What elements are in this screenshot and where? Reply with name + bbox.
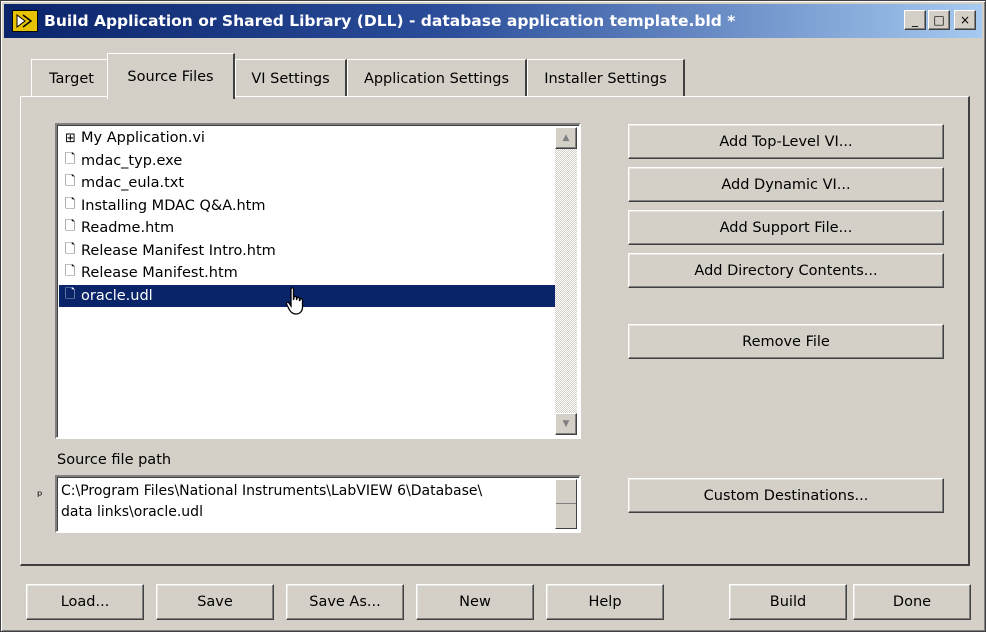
tab-vi-settings[interactable]: VI Settings	[235, 59, 347, 97]
minimize-icon: _	[912, 13, 918, 27]
remove-file-button[interactable]: Remove File	[628, 324, 944, 359]
tab-application-settings[interactable]: Application Settings	[347, 59, 527, 97]
list-scrollbar[interactable]: ▲ ▼	[555, 127, 577, 435]
maximize-button[interactable]: □	[928, 10, 950, 30]
window-controls: _ □ ×	[904, 10, 976, 30]
list-item-label: Installing MDAC Q&A.htm	[81, 197, 266, 214]
list-item[interactable]: 🗋 Release Manifest.htm	[59, 262, 557, 285]
scroll-down-button[interactable]: ▼	[555, 413, 577, 435]
button-label: Done	[892, 594, 932, 610]
button-label: Load...	[60, 594, 110, 610]
button-label: New	[459, 594, 491, 610]
list-item[interactable]: 🗋 mdac_typ.exe	[59, 150, 557, 173]
tab-label: Installer Settings	[544, 70, 667, 87]
custom-destinations-button[interactable]: Custom Destinations...	[628, 478, 944, 513]
list-item-selected[interactable]: 🗋 oracle.udl	[59, 284, 557, 307]
list-item[interactable]: 🗋 Release Manifest Intro.htm	[59, 240, 557, 263]
file-icon: 🗋	[65, 286, 76, 302]
button-label: Add Support File...	[719, 219, 853, 236]
path-scrollbar[interactable]	[555, 479, 577, 529]
add-support-file-button[interactable]: Add Support File...	[628, 210, 944, 245]
list-items: ⊞ My Application.vi 🗋 mdac_typ.exe 🗋 mda…	[59, 127, 557, 307]
list-item[interactable]: ⊞ My Application.vi	[59, 127, 557, 150]
title-bar[interactable]: Build Application or Shared Library (DLL…	[4, 4, 982, 38]
path-indicator-icon: ᵖ	[37, 489, 43, 504]
path-scroll-divider	[556, 503, 576, 504]
button-label: Custom Destinations...	[703, 487, 869, 504]
source-file-path-label: Source file path	[57, 452, 172, 468]
button-label: Build	[769, 594, 807, 610]
path-line-2: data links\oracle.udl	[61, 504, 203, 520]
help-button[interactable]: Help	[546, 584, 664, 620]
file-icon: 🗋	[65, 241, 76, 257]
list-item[interactable]: 🗋 Installing MDAC Q&A.htm	[59, 195, 557, 218]
path-line-1: C:\Program Files\National Instruments\La…	[61, 483, 483, 499]
hand-cursor-icon	[284, 287, 308, 317]
button-label: Remove File	[742, 333, 830, 350]
button-label: Save	[197, 594, 233, 610]
button-label: Add Directory Contents...	[694, 262, 878, 279]
tab-installer-settings[interactable]: Installer Settings	[527, 59, 685, 97]
file-icon: 🗋	[65, 219, 76, 235]
labview-app-icon	[12, 10, 38, 32]
list-item[interactable]: 🗋 Readme.htm	[59, 217, 557, 240]
arrow-down-icon: ▼	[562, 418, 570, 429]
save-button[interactable]: Save	[156, 584, 274, 620]
save-as-button[interactable]: Save As...	[286, 584, 404, 620]
list-item-label: Readme.htm	[81, 220, 175, 237]
source-files-list[interactable]: ⊞ My Application.vi 🗋 mdac_typ.exe 🗋 mda…	[55, 123, 581, 439]
arrow-up-icon: ▲	[562, 132, 570, 143]
list-item-label: My Application.vi	[81, 130, 205, 147]
plus-box-icon[interactable]: ⊞	[65, 131, 79, 146]
button-label: Add Top-Level VI...	[719, 133, 853, 150]
close-icon: ×	[959, 13, 971, 27]
source-file-path-field[interactable]: C:\Program Files\National Instruments\La…	[55, 475, 581, 533]
build-button[interactable]: Build	[729, 584, 847, 620]
maximize-icon: □	[933, 13, 945, 27]
minimize-button[interactable]: _	[904, 10, 926, 30]
button-label: Add Dynamic VI...	[721, 176, 851, 193]
list-item-label: mdac_eula.txt	[81, 175, 185, 192]
new-button[interactable]: New	[416, 584, 534, 620]
tab-label: Target	[49, 70, 94, 87]
file-icon: 🗋	[65, 264, 76, 280]
load-button[interactable]: Load...	[26, 584, 144, 620]
scroll-up-button[interactable]: ▲	[555, 127, 577, 149]
file-icon: 🗋	[65, 196, 76, 212]
tab-source-files[interactable]: Source Files	[107, 53, 235, 99]
add-dynamic-vi-button[interactable]: Add Dynamic VI...	[628, 167, 944, 202]
file-icon: 🗋	[65, 151, 76, 167]
file-icon: 🗋	[65, 174, 76, 190]
add-top-level-vi-button[interactable]: Add Top-Level VI...	[628, 124, 944, 159]
tab-label: Application Settings	[363, 70, 510, 87]
list-item-label: oracle.udl	[81, 287, 153, 304]
tab-label: VI Settings	[251, 70, 330, 87]
build-application-dialog: Build Application or Shared Library (DLL…	[0, 0, 986, 632]
list-item-label: mdac_typ.exe	[81, 152, 183, 169]
button-label: Save As...	[309, 594, 381, 610]
window-title: Build Application or Shared Library (DLL…	[44, 12, 736, 30]
list-item-label: Release Manifest.htm	[81, 265, 238, 282]
done-button[interactable]: Done	[853, 584, 971, 620]
button-label: Help	[588, 594, 622, 610]
list-item-label: Release Manifest Intro.htm	[81, 242, 276, 259]
tab-label: Source Files	[127, 68, 214, 85]
add-directory-contents-button[interactable]: Add Directory Contents...	[628, 253, 944, 288]
close-button[interactable]: ×	[954, 10, 976, 30]
list-item[interactable]: 🗋 mdac_eula.txt	[59, 172, 557, 195]
tab-target[interactable]: Target	[31, 59, 113, 97]
